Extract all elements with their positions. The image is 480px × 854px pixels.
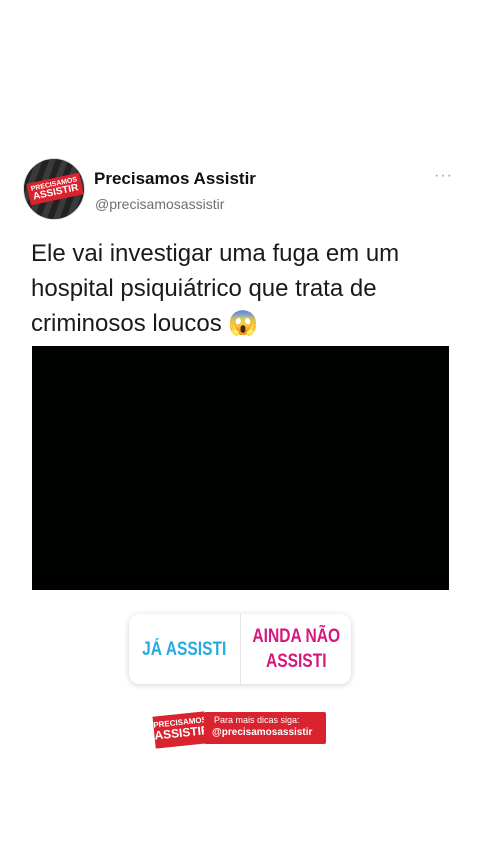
video-player[interactable] [32,346,449,590]
follow-badge[interactable]: PRECISAMOS ASSISTIR Para mais dicas siga… [152,711,326,749]
user-handle[interactable]: @precisamosassistir [95,196,224,212]
display-name[interactable]: Precisamos Assistir [94,169,256,189]
brand-logo: PRECISAMOS ASSISTIR [152,711,211,749]
poll-option-no[interactable]: AINDA NÃO ASSISTI [250,614,341,684]
more-options-icon[interactable]: ··· [434,167,453,185]
poll-option-yes[interactable]: JÁ ASSISTI [139,614,230,684]
poll-divider [239,614,241,684]
poll-sticker: JÁ ASSISTI AINDA NÃO ASSISTI [129,614,351,684]
follow-prompt: Para mais dicas siga: [214,715,300,725]
tweet-text: Ele vai investigar uma fuga em um hospit… [31,240,400,337]
follow-handle: @precisamosassistir [212,727,313,738]
profile-avatar[interactable]: PRECISAMOS ASSISTIR [24,159,84,219]
brand-logo-line2: ASSISTIR [153,722,211,743]
follow-info: Para mais dicas siga: @precisamosassisti… [204,712,326,744]
